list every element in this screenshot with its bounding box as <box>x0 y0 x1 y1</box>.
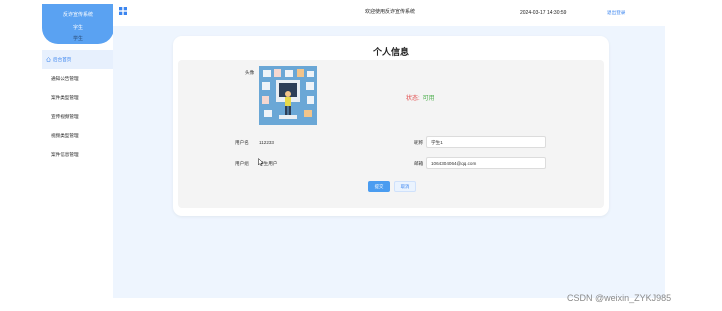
sidebar-item-label: 宣传视频管理 <box>51 113 79 119</box>
profile-form: 头像 状态: 可用 用户名 112233 昵称 学生1 用户组 学生用户 邮箱 … <box>178 60 604 208</box>
sidebar-item-label: 视频类型管理 <box>51 132 79 138</box>
logout-link[interactable]: 退出登录 <box>607 10 625 16</box>
sidebar-item-video[interactable]: 宣传视频管理 <box>42 107 113 126</box>
account-value: 112233 <box>259 140 274 145</box>
brand-block: 反诈宣传系统 字生 学生 <box>42 4 114 44</box>
email-label: 邮箱 <box>414 161 424 166</box>
nickname-label: 昵称 <box>414 140 424 145</box>
sidebar-item-label: 通知公告管理 <box>51 75 79 81</box>
cancel-button[interactable]: 取消 <box>394 181 416 192</box>
brand-user: 字生 <box>72 25 83 31</box>
mouse-pointer-icon <box>258 158 264 166</box>
sidebar-item-label: 案件类型管理 <box>51 94 79 100</box>
system-title: 欢迎使用反诈宣传系统 <box>365 9 416 15</box>
role-label: 用户组 <box>235 161 249 166</box>
sidebar-item-label: 后台首页 <box>53 56 72 62</box>
brand-role: 学生 <box>72 36 83 42</box>
datetime: 2024-03-17 14:30:59 <box>520 10 567 16</box>
app-root: 反诈宣传系统 字生 学生 后台首页 通知公告管理 案件类型管理 宣传视频管理 视… <box>0 0 722 311</box>
status-label: 状态: <box>406 96 420 102</box>
sidebar-item-notice[interactable]: 通知公告管理 <box>42 69 113 88</box>
status-value: 可用 <box>422 96 435 102</box>
nickname-input[interactable]: 学生1 <box>426 136 546 148</box>
avatar-image[interactable] <box>259 66 317 125</box>
avatar-label: 头像 <box>245 70 255 75</box>
brand-title: 反诈宣传系统 <box>62 12 93 18</box>
sidebar-item-case-info[interactable]: 案件信息管理 <box>42 145 113 164</box>
sidebar-item-label: 案件信息管理 <box>51 151 79 157</box>
status-text: 状态: 可用 <box>406 93 435 102</box>
sidebar: 反诈宣传系统 字生 学生 后台首页 通知公告管理 案件类型管理 宣传视频管理 视… <box>0 0 114 311</box>
sidebar-item-case-type[interactable]: 案件类型管理 <box>42 88 113 107</box>
avatar-illustration <box>259 66 317 125</box>
home-icon <box>46 57 51 62</box>
sidebar-nav: 后台首页 通知公告管理 案件类型管理 宣传视频管理 视频类型管理 案件信息管理 <box>42 50 113 164</box>
menu-grid-icon[interactable] <box>119 7 127 15</box>
submit-button[interactable]: 提交 <box>368 181 390 192</box>
account-label: 用户名 <box>235 140 249 145</box>
watermark-text: CSDN @weixin_ZYKJ985 <box>567 293 672 303</box>
profile-card: 个人信息 头像 状态: 可用 用户名 112233 昵称 学生1 用户组 学生用… <box>173 36 609 216</box>
sidebar-item-video-type[interactable]: 视频类型管理 <box>42 126 113 145</box>
email-input[interactable]: 1064304064@qq.com <box>426 157 546 169</box>
sidebar-item-home[interactable]: 后台首页 <box>42 50 113 69</box>
header: 欢迎使用反诈宣传系统 2024-03-17 14:30:59 退出登录 <box>113 0 665 26</box>
page-title: 个人信息 <box>372 47 409 57</box>
main-content: 个人信息 头像 状态: 可用 用户名 112233 昵称 学生1 用户组 学生用… <box>113 26 665 298</box>
